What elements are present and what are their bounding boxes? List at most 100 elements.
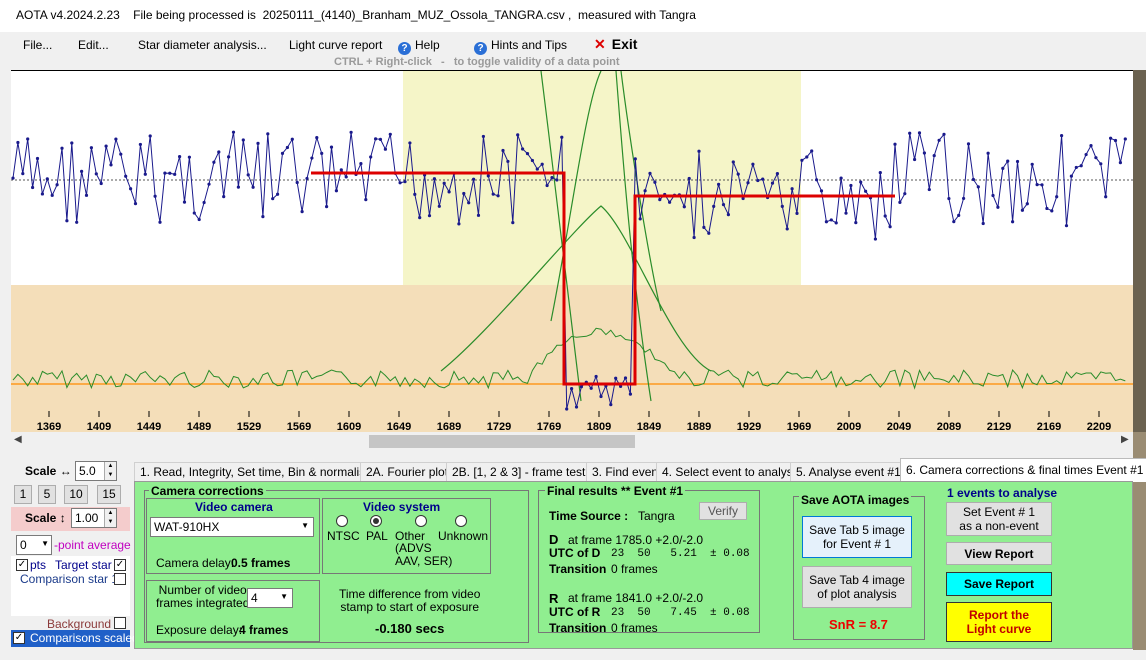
data-point bbox=[599, 394, 603, 399]
tab-fourier[interactable]: 2A. Fourier plot bbox=[360, 462, 455, 481]
x-tick-label: 2169 bbox=[1037, 421, 1061, 432]
data-point bbox=[241, 138, 245, 142]
menu-help[interactable]: ? Help bbox=[398, 38, 440, 55]
down-icon[interactable]: ▼ bbox=[104, 471, 116, 480]
save-tab5-button[interactable]: Save Tab 5 image for Event # 1 bbox=[802, 516, 912, 558]
menu-file[interactable]: File... bbox=[23, 38, 52, 52]
data-point bbox=[70, 141, 74, 145]
data-point bbox=[971, 177, 976, 182]
exposure-delay-label: Exposure delay: bbox=[156, 623, 243, 637]
data-point bbox=[775, 172, 780, 176]
data-point bbox=[790, 187, 794, 191]
data-point bbox=[182, 200, 187, 204]
scroll-thumb[interactable] bbox=[369, 435, 635, 448]
data-point bbox=[751, 162, 755, 166]
data-point bbox=[40, 192, 44, 196]
data-point bbox=[31, 185, 35, 190]
data-point bbox=[222, 195, 226, 199]
data-point bbox=[75, 220, 79, 224]
tab-read-integrity[interactable]: 1. Read, Integrity, Set time, Bin & norm… bbox=[134, 462, 378, 481]
verify-button[interactable]: Verify bbox=[699, 502, 747, 520]
tab-frame-test[interactable]: 2B. [1, 2 & 3] - frame test bbox=[446, 462, 592, 481]
time-diff-label: Time difference from video stamp to star… bbox=[339, 587, 481, 614]
unknown-radio[interactable] bbox=[455, 515, 467, 527]
view-report-button[interactable]: View Report bbox=[946, 542, 1052, 565]
scale-h-input[interactable]: 5.0 ▲ ▼ bbox=[75, 461, 117, 481]
transition-r-label: Transition bbox=[549, 621, 607, 635]
ntsc-radio[interactable] bbox=[336, 515, 348, 527]
tab-select-event[interactable]: 4. Select event to analyse bbox=[656, 462, 806, 481]
background-checkbox[interactable] bbox=[114, 617, 126, 629]
zoom-10-button[interactable]: 10 bbox=[64, 485, 88, 504]
pal-radio[interactable] bbox=[370, 515, 382, 527]
data-point bbox=[824, 220, 829, 224]
zoom-1-button[interactable]: 1 bbox=[14, 485, 32, 504]
data-point bbox=[521, 147, 525, 151]
utc-d-value: 23 50 5.21 ± 0.08 bbox=[611, 548, 750, 560]
data-point bbox=[1030, 162, 1034, 166]
light-curve-plot[interactable]: 1369 1409 1449 1489 1529 1569 1609 1649 1689 1729… bbox=[11, 70, 1133, 432]
data-point bbox=[785, 227, 789, 231]
menu-edit[interactable]: Edit... bbox=[78, 38, 109, 52]
data-point bbox=[565, 407, 569, 411]
data-point bbox=[35, 156, 40, 161]
data-point bbox=[256, 141, 260, 145]
data-point bbox=[378, 137, 383, 141]
menu-hints[interactable]: ? Hints and Tips bbox=[474, 38, 567, 55]
data-point bbox=[658, 198, 662, 202]
frames-integrated-label: Number of video frames integrated bbox=[156, 583, 250, 610]
data-point bbox=[717, 182, 721, 186]
scroll-right-icon[interactable]: ▶ bbox=[1121, 434, 1129, 445]
point-average-label: -point average bbox=[54, 538, 131, 552]
data-point bbox=[864, 189, 868, 193]
up-icon[interactable]: ▲ bbox=[104, 462, 116, 471]
menu-hints-label: Hints and Tips bbox=[491, 38, 568, 52]
data-point bbox=[26, 137, 30, 141]
tab-analyse-event[interactable]: 5. Analyse event #1 bbox=[790, 462, 907, 481]
data-point bbox=[511, 221, 515, 225]
chevron-down-icon: ▼ bbox=[301, 521, 309, 530]
data-point bbox=[413, 192, 417, 196]
frames-integrated-select[interactable]: 4 ▼ bbox=[247, 588, 293, 608]
menu-exit[interactable]: ✕ Exit bbox=[594, 36, 637, 53]
camera-select[interactable]: WAT-910HX ▼ bbox=[150, 517, 314, 537]
pts-checkbox[interactable]: ✓ bbox=[16, 559, 28, 571]
data-point bbox=[780, 204, 784, 208]
comparison-star-checkbox[interactable] bbox=[114, 573, 126, 585]
data-point bbox=[236, 185, 240, 189]
data-point bbox=[996, 205, 1000, 209]
data-point bbox=[1109, 136, 1113, 140]
up-icon[interactable]: ▲ bbox=[104, 509, 116, 518]
comparisons-scaled-checkbox[interactable]: ✓ bbox=[13, 632, 25, 644]
data-point bbox=[614, 376, 618, 380]
target-star-label: Target star bbox=[55, 558, 112, 572]
zoom-5-button[interactable]: 5 bbox=[38, 485, 56, 504]
final-results-title: Final results ** Event #1 bbox=[545, 484, 686, 498]
menu-star-diameter[interactable]: Star diameter analysis... bbox=[138, 38, 267, 52]
menu-light-curve-report[interactable]: Light curve report bbox=[289, 38, 382, 52]
horizontal-scrollbar[interactable]: ◀ ▶ bbox=[11, 432, 1133, 450]
scroll-left-icon[interactable]: ◀ bbox=[14, 434, 22, 445]
tab-camera-corrections[interactable]: 6. Camera corrections & final times Even… bbox=[900, 458, 1146, 482]
data-point bbox=[374, 137, 378, 141]
set-non-event-button[interactable]: Set Event # 1 as a non-event bbox=[946, 502, 1052, 536]
point-average-value: 0 bbox=[20, 538, 27, 552]
data-point bbox=[315, 135, 319, 140]
down-icon[interactable]: ▼ bbox=[104, 518, 116, 527]
target-star-checkbox[interactable]: ✓ bbox=[114, 559, 126, 571]
report-light-curve-button[interactable]: Report the Light curve bbox=[946, 602, 1052, 642]
scale-v-input[interactable]: 1.00 ▲ ▼ bbox=[71, 508, 117, 528]
data-point bbox=[197, 217, 201, 222]
data-point bbox=[168, 171, 172, 175]
data-point bbox=[148, 134, 152, 138]
other-radio[interactable] bbox=[415, 515, 427, 527]
data-point bbox=[1104, 195, 1108, 199]
point-average-select[interactable]: 0 ▼ bbox=[16, 535, 52, 555]
x-tick-label: 2129 bbox=[987, 421, 1011, 432]
zoom-15-button[interactable]: 15 bbox=[97, 485, 121, 504]
data-point bbox=[501, 148, 505, 153]
data-point bbox=[266, 132, 270, 136]
save-report-button[interactable]: Save Report bbox=[946, 572, 1052, 596]
save-tab4-button[interactable]: Save Tab 4 image of plot analysis bbox=[802, 566, 912, 608]
scale-h-value: 5.0 bbox=[79, 464, 96, 478]
